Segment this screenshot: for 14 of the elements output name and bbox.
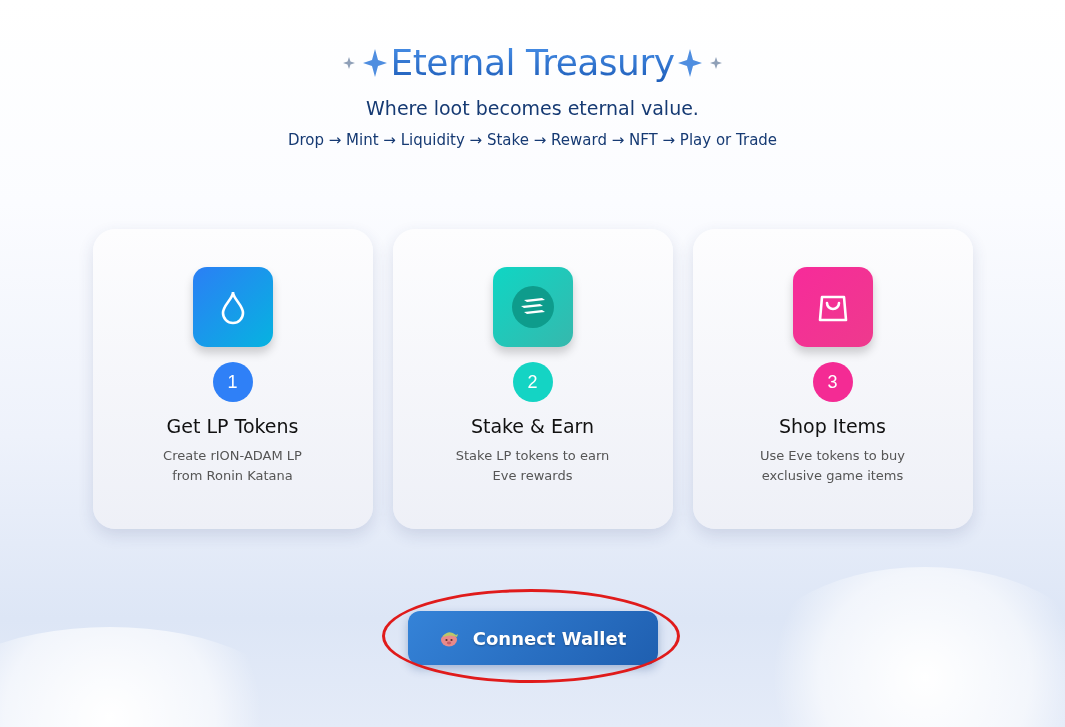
step-title: Get LP Tokens — [166, 415, 299, 437]
connect-wallet-button[interactable]: Connect Wallet — [407, 611, 658, 665]
step-title: Shop Items — [779, 415, 886, 437]
pig-mascot-icon — [438, 629, 461, 647]
flow-text: Drop → Mint → Liquidity → Stake → Reward → NFT → Play or Trade — [287, 131, 778, 149]
step-description: Stake LP tokens to earn Eve rewards — [454, 447, 611, 485]
layers-icon — [511, 286, 554, 328]
step-description: Create rION-ADAM LP from Ronin Katana — [162, 447, 303, 485]
step-number: 3 — [812, 362, 853, 402]
step-description: Use Eve tokens to buy exclusive game items — [758, 447, 907, 485]
step-number: 1 — [212, 362, 253, 402]
step-number: 2 — [512, 362, 553, 402]
tagline: Where loot becomes eternal value. — [366, 97, 699, 119]
step-title: Stake & Earn — [470, 415, 595, 437]
